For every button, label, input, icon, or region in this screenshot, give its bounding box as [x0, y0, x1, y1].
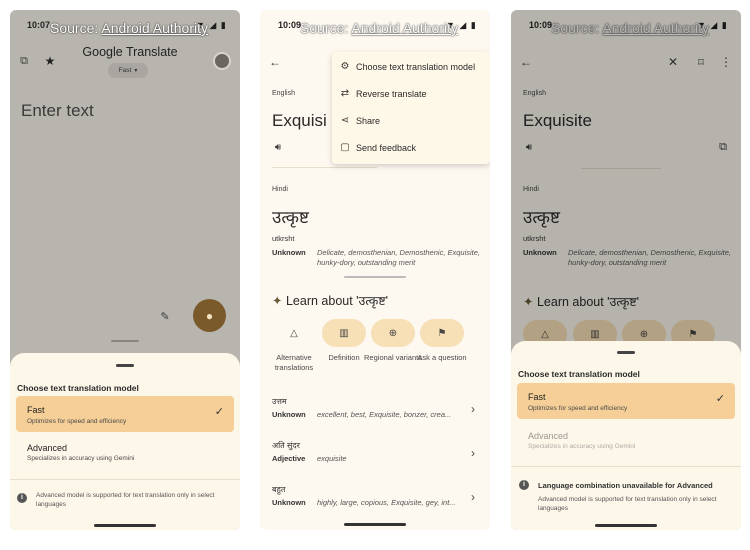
- row-word: अति सुंदर: [272, 441, 300, 450]
- question-icon: ⚑: [437, 327, 447, 339]
- model-pill-label: Fast: [118, 67, 132, 74]
- row-word: बहुत: [272, 485, 286, 494]
- sheet-title: Choose text translation model: [518, 369, 640, 379]
- drag-handle: [344, 276, 406, 278]
- nav-bar: [344, 523, 406, 526]
- row-pos: Unknown: [272, 498, 306, 507]
- screen-home: 10:07 ▼ ◢ ▮ Source: Android Authority ⧉ …: [10, 10, 240, 530]
- menu-reverse-translate[interactable]: ⇄ Reverse translate: [332, 80, 490, 107]
- speaker-icon[interactable]: 🔊︎: [272, 141, 284, 153]
- row-word: उत्तम: [272, 397, 287, 406]
- option-advanced-desc: Specializes in accuracy using Gemini: [528, 443, 636, 450]
- mic-button[interactable]: ●: [193, 299, 226, 332]
- sheet-handle[interactable]: [617, 351, 635, 354]
- chip-ask[interactable]: ⚑: [420, 319, 464, 347]
- row-pos: Adjective: [272, 454, 306, 463]
- chevron-right-icon: ›: [471, 402, 475, 416]
- sparkle-icon: ✦: [272, 294, 283, 308]
- row-syn: excellent, best, Exquisite, bonzer, crea…: [317, 410, 452, 419]
- warning-title: Language combination unavailable for Adv…: [538, 481, 713, 490]
- list-item[interactable]: उत्तम Unknown excellent, best, Exquisite…: [260, 393, 490, 438]
- globe-icon: ⊕: [388, 327, 398, 339]
- feedback-icon: ▢: [340, 142, 350, 153]
- book-icon: ▥: [339, 327, 349, 339]
- chip-alternative[interactable]: △: [272, 319, 316, 347]
- sheet-title: Choose text translation model: [17, 383, 139, 393]
- check-icon: ✓: [715, 393, 725, 405]
- share-icon: ⋖: [340, 115, 350, 126]
- chip-regional[interactable]: ⊕: [371, 319, 415, 347]
- menu-send-feedback[interactable]: ▢ Send feedback: [332, 134, 490, 161]
- status-time: 10:09: [278, 20, 302, 30]
- app-title: Google Translate: [82, 45, 178, 59]
- menu-choose-model[interactable]: ⚙ Choose text translation model: [332, 53, 490, 80]
- chevron-right-icon: ›: [471, 446, 475, 460]
- info-icon: i: [519, 480, 529, 490]
- overflow-menu: ⚙ Choose text translation model ⇄ Revers…: [332, 52, 490, 164]
- gear-icon: ⚙: [340, 61, 350, 72]
- back-arrow-icon[interactable]: ←: [268, 55, 282, 69]
- swap-icon: ⇄: [340, 88, 350, 99]
- menu-share[interactable]: ⋖ Share: [332, 107, 490, 134]
- row-syn: highly, large, copious, Exquisite, gey, …: [317, 498, 456, 507]
- star-icon[interactable]: ★: [43, 54, 57, 68]
- romanized: utkrsht: [272, 234, 295, 243]
- option-fast-desc: Optimizes for speed and efficiency: [528, 405, 628, 412]
- saved-copies-icon[interactable]: ⧉: [17, 54, 31, 68]
- model-pill[interactable]: Fast ▾: [108, 63, 148, 78]
- option-advanced-name: Advanced: [528, 431, 569, 441]
- row-pos: Unknown: [272, 410, 306, 419]
- pos-label: Unknown: [272, 248, 306, 257]
- nav-bar: [94, 524, 156, 527]
- screen-result-menu: 10:09 ▼ ◢ ▮ Source: Android Authority ← …: [260, 10, 490, 530]
- option-advanced[interactable]: Advanced Specializes in accuracy using G…: [16, 439, 234, 471]
- info-text: Advanced model is supported for text tra…: [36, 492, 215, 508]
- option-advanced-desc: Specializes in accuracy using Gemini: [27, 455, 135, 462]
- screen-result-sheet: 10:09 ▼ ◢ ▮ Source: Android Authority ← …: [511, 10, 741, 530]
- watermark: Source: Android Authority: [300, 20, 458, 36]
- shapes-icon: △: [290, 327, 298, 339]
- chevron-right-icon: ›: [471, 490, 475, 504]
- option-fast-name: Fast: [528, 392, 546, 402]
- check-icon: ✓: [214, 406, 224, 418]
- watermark: Source: Android Authority: [50, 20, 208, 36]
- status-time: 10:07: [27, 20, 51, 30]
- list-item[interactable]: बहुत Unknown highly, large, copious, Exq…: [260, 481, 490, 526]
- sheet-handle[interactable]: [116, 364, 134, 367]
- option-advanced: Advanced Specializes in accuracy using G…: [517, 427, 735, 459]
- avatar[interactable]: [213, 52, 231, 70]
- target-word: उत्कृष्ट: [272, 208, 309, 227]
- synonyms: Delicate, demosthenian, Demosthenic, Exq…: [317, 248, 481, 267]
- list-item[interactable]: अति सुंदर Adjective exquisite ›: [260, 437, 490, 482]
- source-word: Exquisi: [272, 111, 327, 130]
- model-sheet: Choose text translation model Fast Optim…: [511, 341, 741, 530]
- learn-title: ✦ Learn about 'उत्कृष्ट': [272, 294, 389, 308]
- chip-definition[interactable]: ▥: [322, 319, 366, 347]
- model-sheet: Choose text translation model Fast Optim…: [10, 353, 240, 530]
- divider: [10, 479, 240, 480]
- option-fast-name: Fast: [27, 405, 45, 415]
- option-fast-desc: Optimizes for speed and efficiency: [27, 418, 127, 425]
- source-lang: English: [272, 90, 295, 97]
- option-advanced-name: Advanced: [27, 443, 68, 453]
- divider: [511, 466, 741, 467]
- input-placeholder[interactable]: Enter text: [21, 101, 94, 121]
- handwriting-icon[interactable]: ✎: [158, 309, 172, 323]
- divider: [272, 167, 377, 168]
- warning-desc: Advanced model is supported for text tra…: [538, 496, 717, 512]
- chevron-down-icon: ▾: [134, 68, 138, 74]
- mic-icon: ●: [205, 308, 214, 323]
- option-fast[interactable]: Fast Optimizes for speed and efficiency …: [16, 396, 234, 432]
- drag-handle: [111, 340, 139, 342]
- chip-label: Ask a question: [417, 353, 467, 362]
- row-syn: exquisite: [317, 454, 347, 463]
- nav-bar: [595, 524, 657, 527]
- option-fast[interactable]: Fast Optimizes for speed and efficiency …: [517, 383, 735, 419]
- info-icon: i: [17, 493, 27, 503]
- target-lang: Hindi: [272, 186, 288, 193]
